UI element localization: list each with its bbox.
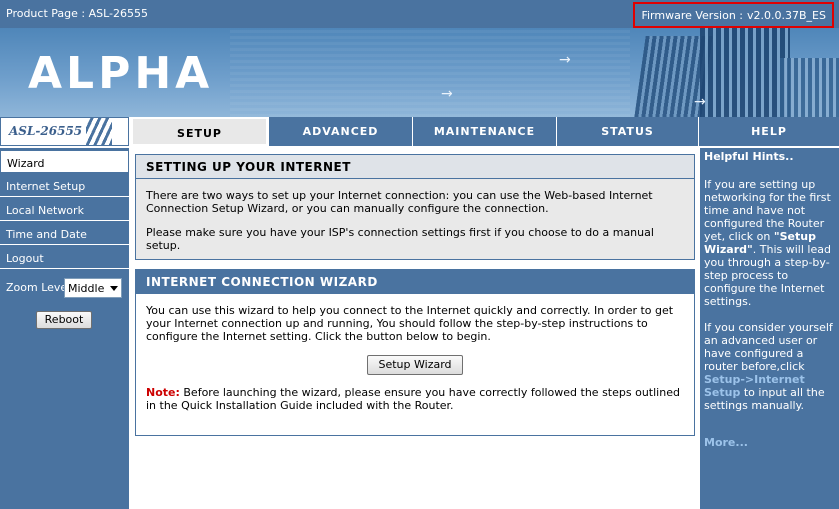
section-title: SETTING UP YOUR INTERNET [136, 155, 694, 179]
sidebar-item-local-network[interactable]: Local Network [0, 198, 129, 221]
note-label: Note: [146, 386, 180, 399]
help-hint-manual: If you consider yourself an advanced use… [704, 321, 835, 412]
section-body: There are two ways to set up your Intern… [136, 179, 694, 262]
more-link[interactable]: More... [704, 436, 748, 449]
wizard-description: You can use this wizard to help you conn… [146, 304, 674, 343]
tab-maintenance[interactable]: MAINTENANCE [412, 117, 556, 146]
main-content: SETTING UP YOUR INTERNET There are two w… [131, 148, 698, 509]
helpful-hints-panel: Helpful Hints.. If you are setting up ne… [700, 148, 839, 509]
sidebar-item-internet-setup[interactable]: Internet Setup [0, 174, 129, 197]
zoom-level-select[interactable]: Middle [64, 278, 122, 298]
header-banner: → → → ALPHA [0, 28, 839, 117]
section-body: You can use this wizard to help you conn… [136, 294, 694, 422]
firmware-version: Firmware Version : v2.0.0.37B_ES [633, 2, 834, 28]
note-text: Before launching the wizard, please ensu… [146, 386, 680, 412]
reboot-button[interactable]: Reboot [36, 311, 92, 329]
building-graphic [780, 58, 839, 117]
wizard-button-row: Setup Wizard [146, 355, 684, 375]
tab-help[interactable]: HELP [698, 117, 839, 146]
tab-advanced[interactable]: ADVANCED [268, 117, 412, 146]
arrow-icon: → [694, 94, 706, 110]
sidebar: Wizard Internet Setup Local Network Time… [0, 148, 129, 509]
setup-internet-section: SETTING UP YOUR INTERNET There are two w… [135, 154, 695, 260]
tab-setup[interactable]: SETUP [131, 117, 268, 146]
help-text: If you consider yourself an advanced use… [704, 321, 833, 373]
setup-isp-note: Please make sure you have your ISP's con… [146, 226, 654, 252]
help-title: Helpful Hints.. [704, 150, 794, 163]
model-name: ASL-26555 [9, 124, 83, 138]
firmware-version-value: v2.0.0.37B_ES [747, 9, 826, 22]
zoom-level-value: Middle [68, 282, 105, 295]
connection-wizard-section: INTERNET CONNECTION WIZARD You can use t… [135, 269, 695, 436]
tab-status[interactable]: STATUS [556, 117, 698, 146]
dropdown-caret-icon [110, 286, 118, 291]
building-graphic [700, 28, 790, 117]
model-badge: ASL-26555 [0, 117, 129, 146]
firmware-version-label: Firmware Version : [641, 9, 744, 22]
brand-logo: ALPHA [28, 48, 214, 99]
arrow-icon: → [441, 86, 453, 102]
wizard-note: Note: Before launching the wizard, pleas… [146, 386, 684, 412]
section-title: INTERNET CONNECTION WIZARD [136, 270, 694, 294]
setup-wizard-button[interactable]: Setup Wizard [367, 355, 463, 375]
slash-decoration [86, 118, 112, 145]
sidebar-item-wizard[interactable]: Wizard [0, 150, 129, 173]
sidebar-item-time-and-date[interactable]: Time and Date [0, 222, 129, 245]
help-hint-wizard: If you are setting up networking for the… [704, 178, 835, 308]
banner-texture [230, 28, 630, 117]
arrow-icon: → [559, 52, 571, 68]
product-page-label: Product Page : ASL-26555 [6, 7, 148, 20]
top-bar: Product Page : ASL-26555 Firmware Versio… [0, 0, 839, 28]
setup-description: There are two ways to set up your Intern… [146, 189, 653, 215]
sidebar-item-logout[interactable]: Logout [0, 246, 129, 269]
